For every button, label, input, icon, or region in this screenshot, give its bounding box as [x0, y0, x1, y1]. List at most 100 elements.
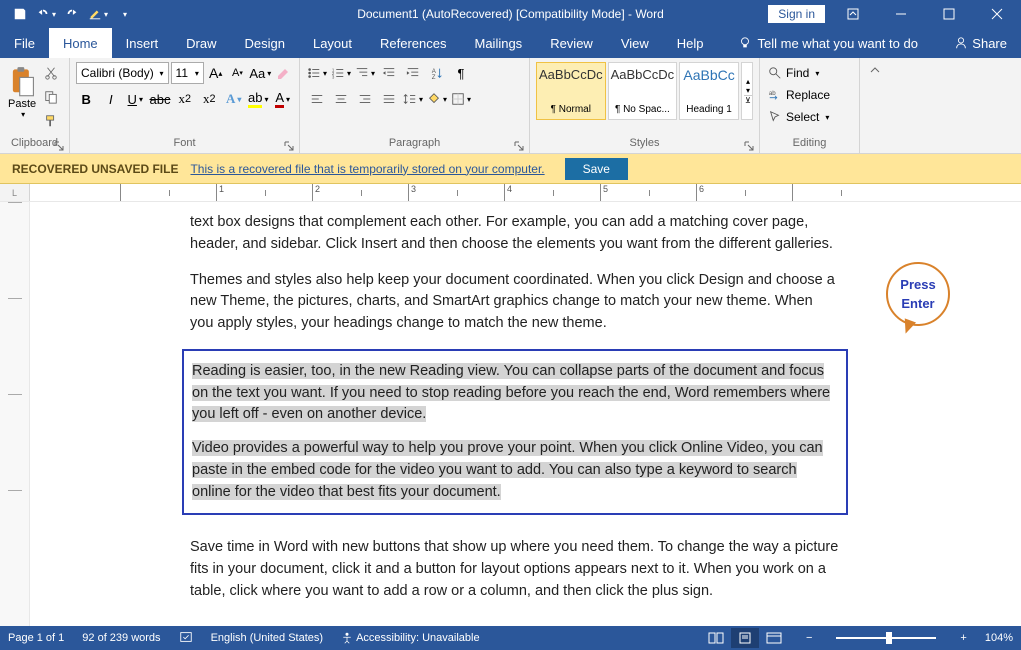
ruler-tick [792, 184, 888, 201]
multilevel-list-icon[interactable]: ▾ [354, 62, 376, 84]
tab-review[interactable]: Review [536, 28, 607, 58]
tell-me-search[interactable]: Tell me what you want to do [738, 28, 941, 58]
styles-label: Styles [536, 135, 753, 151]
find-button[interactable]: Find▾ [766, 62, 853, 84]
grow-font-icon[interactable]: A▴ [206, 62, 226, 84]
text-effects-icon[interactable]: A▾ [223, 88, 244, 110]
highlight-color-icon[interactable]: ab▾ [248, 88, 269, 110]
paragraph[interactable]: Video provides a powerful way to help yo… [192, 438, 838, 503]
italic-button[interactable]: I [101, 88, 122, 110]
strikethrough-button[interactable]: abc [150, 88, 171, 110]
lightbulb-icon [738, 36, 752, 50]
horizontal-ruler[interactable]: L 1 2 3 4 5 6 [0, 184, 1021, 202]
zoom-level[interactable]: 104% [985, 632, 1013, 644]
paragraph[interactable]: Themes and styles also help keep your do… [190, 270, 840, 335]
zoom-slider[interactable] [836, 637, 936, 639]
ruler-tick [120, 184, 216, 201]
zoom-in-button[interactable]: + [960, 632, 966, 644]
zoom-out-button[interactable]: − [806, 632, 812, 644]
page-number-status[interactable]: Page 1 of 1 [8, 632, 64, 644]
bold-button[interactable]: B [76, 88, 97, 110]
share-button[interactable]: Share [940, 28, 1021, 58]
style-heading-1[interactable]: AaBbCcHeading 1 [679, 62, 739, 120]
tab-home[interactable]: Home [49, 28, 112, 58]
styles-gallery-more[interactable]: ▴▾⊻ [741, 62, 753, 120]
msgbar-link[interactable]: This is a recovered file that is tempora… [190, 162, 544, 176]
tab-file[interactable]: File [0, 28, 49, 58]
paragraph[interactable]: Save time in Word with new buttons that … [190, 537, 840, 602]
justify-icon[interactable] [378, 88, 400, 110]
align-left-icon[interactable] [306, 88, 328, 110]
bullets-icon[interactable]: ▾ [306, 62, 328, 84]
format-painter-icon[interactable] [40, 110, 62, 132]
word-count-status[interactable]: 92 of 239 words [82, 632, 160, 644]
replace-button[interactable]: abReplace [766, 84, 853, 106]
tab-references[interactable]: References [366, 28, 460, 58]
web-layout-icon[interactable] [760, 628, 788, 648]
ribbon: Paste▾ Clipboard Calibri (Body)▾ 11▾ A▴ … [0, 58, 1021, 154]
style-normal[interactable]: AaBbCcDc¶ Normal [536, 62, 606, 120]
language-status[interactable]: English (United States) [211, 632, 324, 644]
save-icon[interactable] [8, 2, 32, 26]
subscript-button[interactable]: x2 [174, 88, 195, 110]
tab-mailings[interactable]: Mailings [461, 28, 537, 58]
paragraph[interactable]: Reading is easier, too, in the new Readi… [192, 361, 838, 426]
style-no-spacing[interactable]: AaBbCcDc¶ No Spac... [608, 62, 678, 120]
sort-icon[interactable]: AZ [426, 62, 448, 84]
underline-button[interactable]: U▾ [125, 88, 146, 110]
view-buttons [702, 628, 788, 648]
spell-check-icon[interactable] [179, 630, 193, 647]
accessibility-status[interactable]: Accessibility: Unavailable [341, 632, 480, 644]
font-size-combo[interactable]: 11▾ [171, 62, 204, 84]
tab-insert[interactable]: Insert [112, 28, 173, 58]
read-mode-icon[interactable] [702, 628, 730, 648]
tab-draw[interactable]: Draw [172, 28, 230, 58]
paragraph-dialog-launcher[interactable] [514, 138, 526, 150]
font-dialog-launcher[interactable] [284, 138, 296, 150]
vertical-ruler[interactable] [0, 202, 30, 626]
decrease-indent-icon[interactable] [378, 62, 400, 84]
close-icon[interactable] [977, 0, 1017, 28]
select-button[interactable]: Select▾ [766, 106, 853, 128]
msgbar-label: RECOVERED UNSAVED FILE [12, 162, 178, 176]
paragraph[interactable]: text box designs that complement each ot… [190, 212, 840, 256]
clear-formatting-icon[interactable] [273, 62, 293, 84]
clipboard-dialog-launcher[interactable] [54, 138, 66, 150]
align-center-icon[interactable] [330, 88, 352, 110]
styles-group: AaBbCcDc¶ Normal AaBbCcDc¶ No Spac... Aa… [530, 58, 760, 153]
font-name-combo[interactable]: Calibri (Body)▾ [76, 62, 169, 84]
shading-icon[interactable]: ▾ [426, 88, 448, 110]
increase-indent-icon[interactable] [402, 62, 424, 84]
tab-view[interactable]: View [607, 28, 663, 58]
collapse-ribbon-icon[interactable] [860, 58, 890, 153]
tab-design[interactable]: Design [231, 28, 299, 58]
highlighter-icon[interactable]: ▾ [86, 2, 110, 26]
copy-icon[interactable] [40, 86, 62, 108]
line-spacing-icon[interactable]: ▾ [402, 88, 424, 110]
page-scroll[interactable]: PressEnter text box designs that complem… [30, 202, 1021, 626]
sign-in-button[interactable]: Sign in [768, 5, 825, 23]
document-page[interactable]: PressEnter text box designs that complem… [90, 202, 940, 626]
show-marks-icon[interactable]: ¶ [450, 62, 472, 84]
minimize-icon[interactable] [881, 0, 921, 28]
numbering-icon[interactable]: 123▾ [330, 62, 352, 84]
tab-layout[interactable]: Layout [299, 28, 366, 58]
msgbar-save-button[interactable]: Save [565, 158, 628, 180]
undo-icon[interactable]: ▾ [34, 2, 58, 26]
font-color-icon[interactable]: A▾ [272, 88, 293, 110]
qat-customize-icon[interactable]: ▾ [112, 2, 136, 26]
redo-icon[interactable] [60, 2, 84, 26]
superscript-button[interactable]: x2 [199, 88, 220, 110]
borders-icon[interactable]: ▾ [450, 88, 472, 110]
ribbon-options-icon[interactable] [833, 0, 873, 28]
shrink-font-icon[interactable]: A▾ [228, 62, 248, 84]
styles-dialog-launcher[interactable] [744, 138, 756, 150]
print-layout-icon[interactable] [731, 628, 759, 648]
cut-icon[interactable] [40, 62, 62, 84]
tab-selector[interactable]: L [0, 184, 30, 201]
align-right-icon[interactable] [354, 88, 376, 110]
tab-help[interactable]: Help [663, 28, 718, 58]
paste-button[interactable]: Paste▾ [6, 62, 38, 132]
change-case-icon[interactable]: Aa▾ [249, 62, 271, 84]
maximize-icon[interactable] [929, 0, 969, 28]
